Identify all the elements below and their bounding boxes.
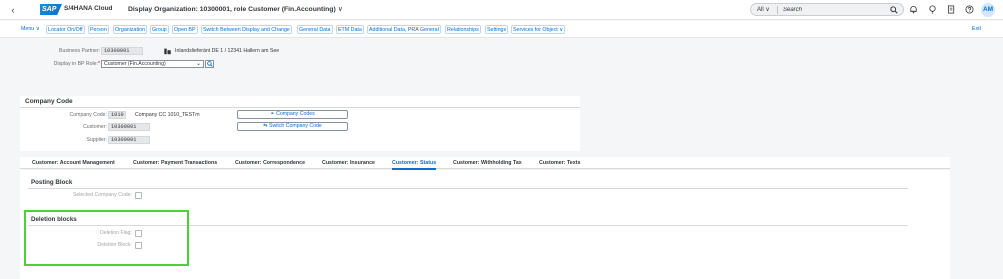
- product-name: S/4HANA Cloud: [64, 5, 113, 12]
- bp-role-search-button[interactable]: [205, 60, 214, 68]
- toolbar-organization-button[interactable]: Organization: [113, 25, 148, 34]
- company-code-field[interactable]: 1010: [108, 111, 126, 119]
- selected-company-code-label: Selected Company Code:: [72, 192, 132, 198]
- app-title-text: Display Organization: 10300001, role Cus…: [128, 6, 336, 13]
- company-codes-button-label: Company Codes: [276, 111, 315, 117]
- business-partner-address: Inlandslieferänt DE 1 / 12341 Hallern am…: [175, 48, 280, 54]
- company-code-label: Company Code:: [69, 112, 108, 118]
- toolbar-etm-data-button[interactable]: ETM Data: [336, 25, 364, 34]
- required-marker: *: [97, 61, 100, 67]
- back-icon[interactable]: ‹: [8, 4, 18, 16]
- logo-text: SAP: [42, 6, 57, 13]
- supplier-field[interactable]: 10300001: [108, 136, 150, 144]
- posting-block-title: Posting Block: [31, 179, 73, 186]
- search-icon: [207, 61, 213, 67]
- search-input[interactable]: [783, 5, 883, 15]
- supplier-label: Supplier:: [86, 137, 107, 143]
- company-code-panel: Company Code Company Code: 1010 Company …: [20, 96, 580, 151]
- toolbar-locator-button[interactable]: Locator On/Off: [46, 25, 85, 34]
- tab-withholding-tax[interactable]: Customer: Withholding Tax: [453, 160, 522, 166]
- company-code-description: Company CC 1010_TESTm: [135, 112, 200, 118]
- business-partner-label: Business Partner:: [59, 48, 100, 54]
- toolbar: Menu ∨ Locator On/Off Person Organizatio…: [0, 21, 1003, 38]
- bp-role-value: Customer (Fin.Accounting): [104, 61, 166, 67]
- help-icon[interactable]: [965, 5, 974, 14]
- panel-divider: [20, 107, 580, 108]
- tab-texts[interactable]: Customer: Texts: [539, 160, 580, 166]
- search-divider: [777, 6, 778, 14]
- toolbar-relationships-button[interactable]: Relationships: [445, 25, 481, 34]
- toolbar-person-button[interactable]: Person: [88, 25, 109, 34]
- company-code-panel-title: Company Code: [25, 98, 73, 105]
- toolbar-open-bp-button[interactable]: Open BP: [172, 25, 198, 34]
- switch-company-code-button[interactable]: ⇆ Switch Company Code: [237, 122, 348, 131]
- tab-status[interactable]: Customer: Status: [392, 160, 437, 170]
- selected-company-code-checkbox[interactable]: [135, 192, 142, 199]
- chevron-down-icon: ∨: [337, 6, 343, 13]
- bp-role-select[interactable]: Customer (Fin.Accounting) ⌄: [101, 60, 204, 68]
- toolbar-settings-button[interactable]: Settings: [485, 25, 509, 34]
- sap-logo[interactable]: SAP: [40, 4, 62, 15]
- user-avatar[interactable]: AM: [981, 3, 995, 17]
- toolbar-additional-data-button[interactable]: Additional Data, PRA General: [367, 25, 441, 34]
- search-scope-label: All: [757, 7, 764, 13]
- tab-bar: Customer: Account Management Customer: P…: [20, 157, 950, 170]
- bell-icon[interactable]: [909, 5, 918, 14]
- shell-header: ‹ SAP S/4HANA Cloud Display Organization…: [0, 0, 1003, 20]
- company-codes-button[interactable]: ⚭ Company Codes: [237, 110, 348, 119]
- business-partner-field[interactable]: 10300001: [101, 47, 143, 55]
- bp-role-label-text: Display in BP Role:: [53, 61, 98, 67]
- chevron-down-icon: ⌄: [195, 61, 201, 67]
- lightbulb-icon[interactable]: [928, 5, 937, 14]
- tab-correspondence[interactable]: Customer: Correspondence: [235, 160, 305, 166]
- customer-label: Customer:: [83, 124, 107, 130]
- toolbar-switch-display-change-button[interactable]: Switch Between Display and Change: [201, 25, 292, 34]
- toolbar-menu-button[interactable]: Menu ∨: [20, 25, 41, 34]
- exit-button[interactable]: Exit: [972, 26, 981, 32]
- search-icon[interactable]: [890, 6, 898, 14]
- tab-account-management[interactable]: Customer: Account Management: [32, 160, 115, 166]
- customer-field[interactable]: 10300001: [108, 123, 150, 131]
- search-field: All ∨: [750, 3, 904, 16]
- toolbar-services-button[interactable]: Services for Object ∨: [511, 25, 566, 34]
- app-title[interactable]: Display Organization: 10300001, role Cus…: [128, 5, 343, 13]
- building-icon: [164, 48, 171, 55]
- highlight-box: [24, 210, 189, 266]
- section-divider: [28, 188, 908, 189]
- chevron-down-icon: ∨: [765, 7, 770, 13]
- tab-payment-transactions[interactable]: Customer: Payment Transactions: [133, 160, 217, 166]
- toolbar-general-data-button[interactable]: General Data: [297, 25, 333, 34]
- tab-insurance[interactable]: Customer: Insurance: [322, 160, 375, 166]
- bp-role-label: Display in BP Role:*: [30, 61, 100, 67]
- toolbar-group-button[interactable]: Group: [150, 25, 169, 34]
- search-scope-select[interactable]: All ∨: [757, 6, 770, 13]
- switch-company-code-button-label: Switch Company Code: [269, 123, 322, 129]
- notes-icon[interactable]: [947, 5, 956, 14]
